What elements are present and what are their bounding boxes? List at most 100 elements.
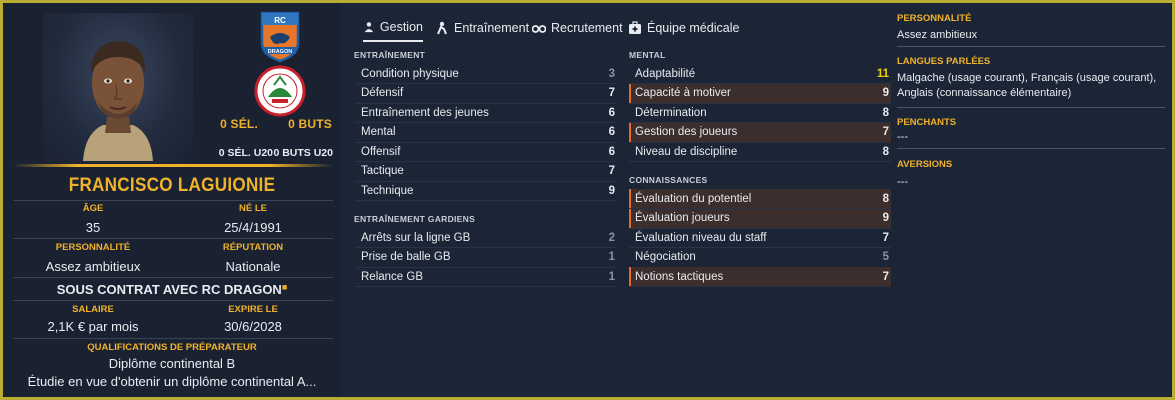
attribute-value: 9 bbox=[882, 212, 889, 224]
attribute-label: Offensif bbox=[361, 145, 401, 158]
attribute-value: 9 bbox=[608, 184, 615, 197]
age-value: 35 bbox=[85, 220, 101, 235]
attribute-label: Tactique bbox=[361, 165, 404, 177]
training-section-title: ENTRAÎNEMENT bbox=[354, 50, 426, 60]
attribute-row[interactable]: Arrêts sur la ligne GB 2 bbox=[355, 228, 617, 247]
age-label: ÂGE bbox=[82, 203, 104, 214]
gk-training-section-title: ENTRAÎNEMENT GARDIENS bbox=[354, 214, 476, 224]
attribute-label: Entraînement des jeunes bbox=[361, 106, 489, 119]
attribute-value: 9 bbox=[882, 87, 889, 99]
tab-gestion[interactable]: Gestion bbox=[363, 14, 423, 42]
qualification-current: Diplôme continental B bbox=[108, 356, 236, 371]
attribute-label: Relance GB bbox=[361, 270, 424, 283]
attribute-row[interactable]: Relance GB 1 bbox=[355, 267, 617, 286]
tab-label: Gestion bbox=[379, 20, 423, 34]
attribute-value: 1 bbox=[608, 270, 615, 283]
attribute-row[interactable]: Entraînement des jeunes 6 bbox=[355, 103, 617, 122]
divider bbox=[13, 238, 333, 239]
aversions-heading: AVERSIONS bbox=[897, 159, 953, 170]
goals-count: 0 BUTS bbox=[288, 117, 332, 131]
attribute-row[interactable]: Technique 9 bbox=[355, 181, 617, 200]
penchants-text: --- bbox=[897, 131, 908, 143]
crest-bottom-text: DRAGON bbox=[268, 49, 292, 55]
aversions-text: --- bbox=[897, 176, 908, 188]
languages-heading: LANGUES PARLÉES bbox=[897, 56, 991, 67]
birthdate-label: NÉ LE bbox=[239, 203, 267, 214]
attribute-label: Défensif bbox=[361, 87, 404, 99]
reputation-value: Nationale bbox=[225, 259, 281, 274]
attribute-row[interactable]: Condition physique 3 bbox=[355, 64, 617, 83]
attribute-label: Détermination bbox=[635, 106, 707, 119]
penchants-heading: PENCHANTS bbox=[897, 117, 957, 128]
tab-recrutement[interactable]: Recrutement bbox=[532, 14, 623, 42]
attribute-label: Gestion des joueurs bbox=[635, 126, 738, 138]
attribute-value: 3 bbox=[608, 67, 615, 80]
mental-section-title: MENTAL bbox=[629, 50, 666, 60]
attribute-row[interactable]: Négociation 5 bbox=[629, 248, 891, 267]
portrait-background bbox=[43, 13, 193, 163]
attribute-row[interactable]: Tactique 7 bbox=[355, 162, 617, 181]
contract-text: SOUS CONTRAT AVEC RC DRAGON bbox=[56, 282, 282, 297]
attribute-value: 5 bbox=[882, 251, 889, 263]
attribute-value: 6 bbox=[608, 145, 615, 158]
personality-heading: PERSONNALITÉ bbox=[897, 13, 972, 24]
qualification-in-progress[interactable]: Étudie en vue d'obtenir un diplôme conti… bbox=[7, 374, 337, 389]
rc-dragon-crest[interactable]: RC DRAGON bbox=[258, 9, 302, 63]
attribute-row[interactable]: Prise de balle GB 1 bbox=[355, 248, 617, 267]
attribute-value: 8 bbox=[882, 192, 889, 205]
attribute-row[interactable]: Niveau de discipline 8 bbox=[629, 142, 891, 161]
personality-value: Assez ambitieux bbox=[45, 259, 141, 274]
reputation-label: RÉPUTATION bbox=[222, 242, 284, 253]
management-icon bbox=[364, 22, 374, 33]
attribute-row[interactable]: Capacité à motiver 9 bbox=[629, 83, 891, 103]
attribute-value: 7 bbox=[882, 231, 889, 244]
attribute-label: Niveau de discipline bbox=[635, 145, 738, 158]
attribute-value: 6 bbox=[608, 106, 615, 119]
salary-value: 2,1K € par mois bbox=[47, 319, 139, 334]
tab-label: Entraînement bbox=[454, 21, 530, 35]
attribute-row[interactable]: Adaptabilité 11 bbox=[629, 64, 891, 83]
attribute-row[interactable]: Évaluation du potentiel 8 bbox=[629, 189, 891, 208]
languages-text: Malgache (usage courant), Français (usag… bbox=[897, 72, 1157, 99]
u20-goals-count: 0 BUTS U20 bbox=[273, 147, 333, 159]
attribute-label: Capacité à motiver bbox=[635, 87, 731, 99]
contract-status[interactable]: SOUS CONTRAT AVEC RC DRAGON■ bbox=[3, 282, 341, 297]
attribute-label: Condition physique bbox=[361, 67, 459, 80]
attribute-row[interactable]: Évaluation niveau du staff 7 bbox=[629, 228, 891, 247]
divider bbox=[897, 148, 1165, 149]
attribute-row[interactable]: Offensif 6 bbox=[355, 142, 617, 161]
attribute-label: Évaluation joueurs bbox=[635, 212, 730, 224]
tab-label: Équipe médicale bbox=[647, 21, 740, 35]
attribute-row[interactable]: Gestion des joueurs 7 bbox=[629, 122, 891, 142]
player-name: FRANCISCO LAGUIONIE bbox=[68, 175, 276, 196]
attribute-value: 7 bbox=[608, 87, 615, 99]
row-divider bbox=[629, 286, 891, 287]
personality-label: PERSONNALITÉ bbox=[55, 242, 131, 253]
expiry-value: 30/6/2028 bbox=[224, 319, 282, 334]
profile-panel: RC DRAGON 0 SÉL. 0 BUTS 0 SÉL. U20 0 BUT… bbox=[3, 3, 341, 397]
attribute-row[interactable]: Mental 6 bbox=[355, 123, 617, 142]
attribute-label: Technique bbox=[361, 184, 414, 197]
divider bbox=[13, 338, 333, 339]
tab-entrainement[interactable]: Entraînement bbox=[435, 14, 529, 42]
national-team-crest[interactable] bbox=[252, 63, 308, 119]
name-divider bbox=[13, 164, 333, 167]
attribute-row[interactable]: Détermination 8 bbox=[629, 103, 891, 122]
attribute-label: Mental bbox=[361, 126, 396, 138]
attribute-row[interactable]: Notions tactiques 7 bbox=[629, 267, 891, 286]
crest-top-text: RC bbox=[274, 16, 286, 25]
training-icon bbox=[437, 21, 447, 35]
binoculars-icon bbox=[532, 25, 546, 33]
attribute-value: 1 bbox=[608, 251, 615, 263]
u20-caps-count: 0 SÉL. U20 bbox=[218, 147, 273, 159]
tab-equipe-medicale[interactable]: Équipe médicale bbox=[628, 14, 739, 42]
row-divider bbox=[629, 161, 891, 162]
divider bbox=[13, 277, 333, 278]
knowledge-section-title: CONNAISSANCES bbox=[629, 175, 708, 185]
attribute-value: 11 bbox=[876, 67, 889, 80]
attribute-row[interactable]: Évaluation joueurs 9 bbox=[629, 208, 891, 228]
birthdate-value: 25/4/1991 bbox=[224, 220, 282, 235]
coaching-qualifications-label: QUALIFICATIONS DE PRÉPARATEUR bbox=[87, 342, 257, 353]
attribute-row[interactable]: Défensif 7 bbox=[355, 84, 617, 103]
attribute-value: 7 bbox=[882, 270, 889, 283]
